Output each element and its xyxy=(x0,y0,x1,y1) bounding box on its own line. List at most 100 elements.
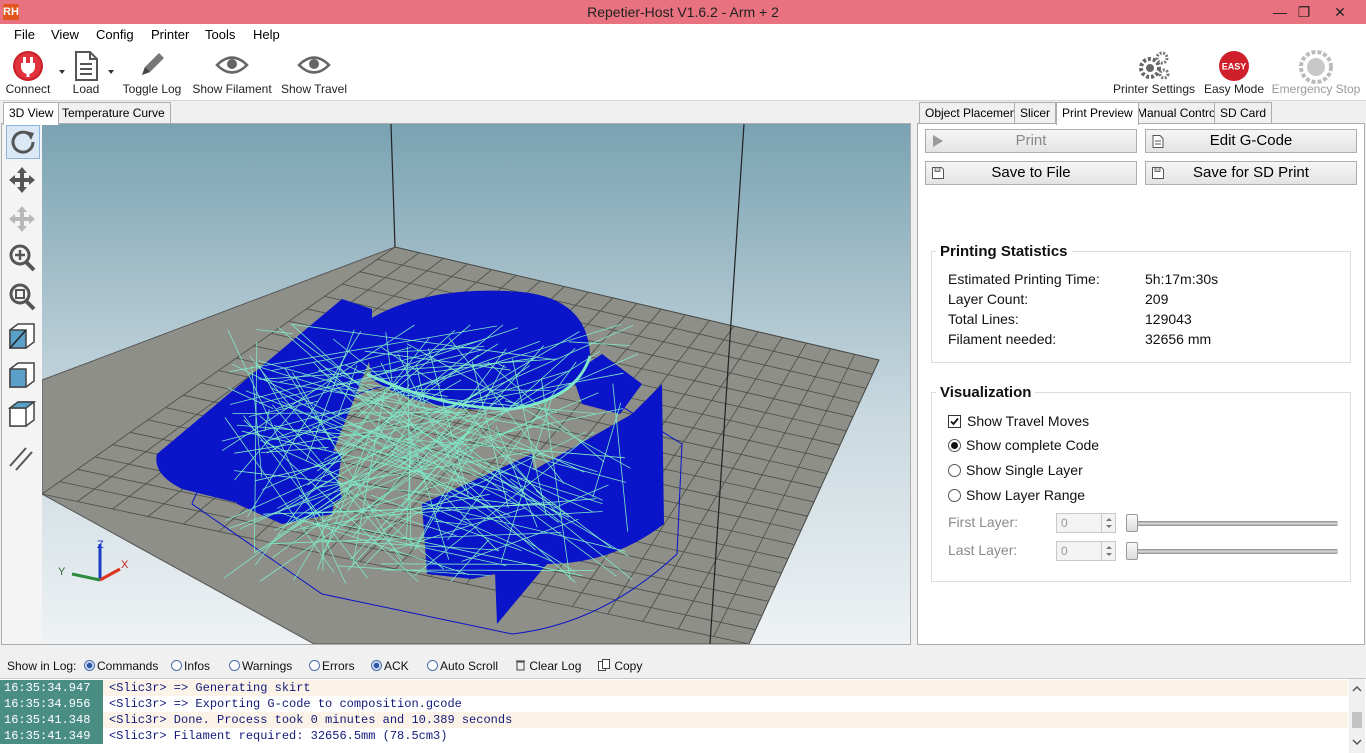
log-filter-warnings[interactable]: Warnings xyxy=(229,659,292,673)
move-object-button[interactable] xyxy=(6,203,40,237)
log-timestamp: 16:35:34.947 xyxy=(0,680,103,696)
cube-front-icon xyxy=(9,362,35,388)
radio-off-icon xyxy=(309,660,320,671)
save-for-sd-button[interactable]: Save for SD Print xyxy=(1145,161,1357,185)
zoom-button[interactable] xyxy=(6,242,40,276)
tab-print-preview[interactable]: Print Preview xyxy=(1056,102,1139,125)
show-filament-button[interactable]: Show Filament xyxy=(190,46,274,100)
first-layer-spinner[interactable]: 0 xyxy=(1056,513,1116,533)
zoom-fit-icon xyxy=(9,283,36,311)
menu-file[interactable]: File xyxy=(14,27,35,42)
tab-slicer[interactable]: Slicer xyxy=(1014,102,1057,124)
toolbar: Connect Load Toggle Log Show Filament Sh… xyxy=(0,46,1366,101)
print-preview-scene: Z X Y xyxy=(42,124,910,644)
show-single-layer-label[interactable]: Show Single Layer xyxy=(966,462,1083,478)
visualization-title: Visualization xyxy=(936,384,1036,401)
show-complete-code-label[interactable]: Show complete Code xyxy=(966,437,1099,453)
rotate-icon xyxy=(11,130,35,154)
axis-y-label: Y xyxy=(58,566,66,578)
stat-value-filament: 32656 mm xyxy=(1145,331,1212,347)
log-timestamp: 16:35:34.956 xyxy=(0,696,103,712)
panel-tabs: Object Placement Slicer Print Preview Ma… xyxy=(918,102,1366,125)
load-button[interactable]: Load xyxy=(66,46,106,100)
emergency-stop-label: Emergency Stop xyxy=(1271,82,1361,96)
show-single-layer-radio[interactable] xyxy=(948,464,961,477)
stat-label-layers: Layer Count: xyxy=(948,291,1029,307)
tab-sd-card[interactable]: SD Card xyxy=(1214,102,1273,124)
title-bar: RH Repetier-Host V1.6.2 - Arm + 2 — ❐ ✕ xyxy=(0,0,1366,24)
front-view-button[interactable] xyxy=(6,359,40,393)
tab-object-placement[interactable]: Object Placement xyxy=(919,102,1026,124)
emergency-stop-button[interactable]: Emergency Stop xyxy=(1270,46,1362,100)
show-layer-range-radio[interactable] xyxy=(948,489,961,502)
zoom-in-icon xyxy=(9,244,36,272)
first-layer-slider-handle[interactable] xyxy=(1126,514,1138,532)
menu-tools[interactable]: Tools xyxy=(205,27,235,42)
floppy-disk-icon xyxy=(1152,167,1164,179)
log-auto-scroll[interactable]: Auto Scroll xyxy=(427,659,498,673)
show-travel-moves-label[interactable]: Show Travel Moves xyxy=(967,413,1089,429)
log-filter-commands[interactable]: Commands xyxy=(84,659,158,673)
connect-button[interactable]: Connect xyxy=(2,46,54,100)
log-message: <Slic3r> => Exporting G-code to composit… xyxy=(109,697,462,711)
first-layer-slider[interactable] xyxy=(1128,521,1338,526)
clear-log-button[interactable]: Clear Log xyxy=(515,659,581,673)
tab-manual-control[interactable]: Manual Control xyxy=(1131,102,1225,124)
log-row: 16:35:41.348 <Slic3r> Done. Process took… xyxy=(0,712,1348,728)
menu-printer[interactable]: Printer xyxy=(151,27,189,42)
show-travel-button[interactable]: Show Travel xyxy=(278,46,350,100)
log-filter-warnings-label: Warnings xyxy=(242,659,293,673)
menu-config[interactable]: Config xyxy=(96,27,134,42)
log-filter-infos[interactable]: Infos xyxy=(171,659,210,673)
move-object-icon xyxy=(9,206,35,232)
log-row: 16:35:41.349 <Slic3r> Filament required:… xyxy=(0,728,1348,744)
spinner-arrows-icon[interactable] xyxy=(1101,514,1115,532)
last-layer-slider-handle[interactable] xyxy=(1126,542,1138,560)
show-complete-code-radio[interactable] xyxy=(948,439,961,452)
log-filter-errors[interactable]: Errors xyxy=(309,659,355,673)
minimize-button[interactable]: — xyxy=(1268,2,1292,22)
parallel-projection-button[interactable] xyxy=(6,442,40,476)
tab-temperature-curve[interactable]: Temperature Curve xyxy=(56,102,171,124)
spinner-arrows-icon[interactable] xyxy=(1101,542,1115,560)
top-view-button[interactable] xyxy=(6,398,40,432)
last-layer-slider[interactable] xyxy=(1128,549,1338,554)
printer-settings-label: Printer Settings xyxy=(1112,82,1196,96)
toggle-log-button[interactable]: Toggle Log xyxy=(120,46,184,100)
edit-gcode-button[interactable]: Edit G-Code xyxy=(1145,129,1357,153)
view-tools xyxy=(2,124,42,644)
log-filter-ack[interactable]: ACK xyxy=(371,659,409,673)
3d-viewport[interactable]: Z X Y xyxy=(42,124,910,644)
copy-log-button[interactable]: Copy xyxy=(598,659,642,673)
close-button[interactable]: ✕ xyxy=(1328,2,1352,22)
rotate-view-button[interactable] xyxy=(6,125,40,159)
stat-value-time: 5h:17m:30s xyxy=(1145,271,1219,287)
move-arrows-icon xyxy=(9,167,35,193)
show-layer-range-label[interactable]: Show Layer Range xyxy=(966,487,1085,503)
menu-help[interactable]: Help xyxy=(253,27,280,42)
easy-mode-button[interactable]: EASY Easy Mode xyxy=(1202,46,1266,100)
save-for-sd-label: Save for SD Print xyxy=(1193,164,1309,181)
fit-view-button[interactable] xyxy=(6,281,40,315)
radio-on-icon xyxy=(371,660,382,671)
tab-3d-view[interactable]: 3D View xyxy=(3,102,60,125)
log-scrollbar[interactable] xyxy=(1349,679,1365,753)
load-label: Load xyxy=(72,82,100,96)
menu-view[interactable]: View xyxy=(51,27,79,42)
print-button[interactable]: Print xyxy=(925,129,1137,153)
print-label: Print xyxy=(1015,132,1047,149)
save-to-file-button[interactable]: Save to File xyxy=(925,161,1137,185)
show-travel-moves-checkbox[interactable] xyxy=(948,415,961,428)
iso-view-button[interactable] xyxy=(6,320,40,354)
move-view-button[interactable] xyxy=(6,164,40,198)
log-pane[interactable]: 16:35:34.947 <Slic3r> => Generating skir… xyxy=(0,678,1366,753)
connect-dropdown-icon[interactable] xyxy=(59,70,65,74)
last-layer-spinner[interactable]: 0 xyxy=(1056,541,1116,561)
cube-iso-icon xyxy=(9,323,35,349)
log-filter-commands-label: Commands xyxy=(97,659,159,673)
load-dropdown-icon[interactable] xyxy=(108,70,114,74)
document-icon xyxy=(75,51,98,81)
show-in-log-label: Show in Log: xyxy=(7,659,77,673)
restore-button[interactable]: ❐ xyxy=(1292,2,1316,22)
printer-settings-button[interactable]: Printer Settings xyxy=(1112,46,1196,100)
